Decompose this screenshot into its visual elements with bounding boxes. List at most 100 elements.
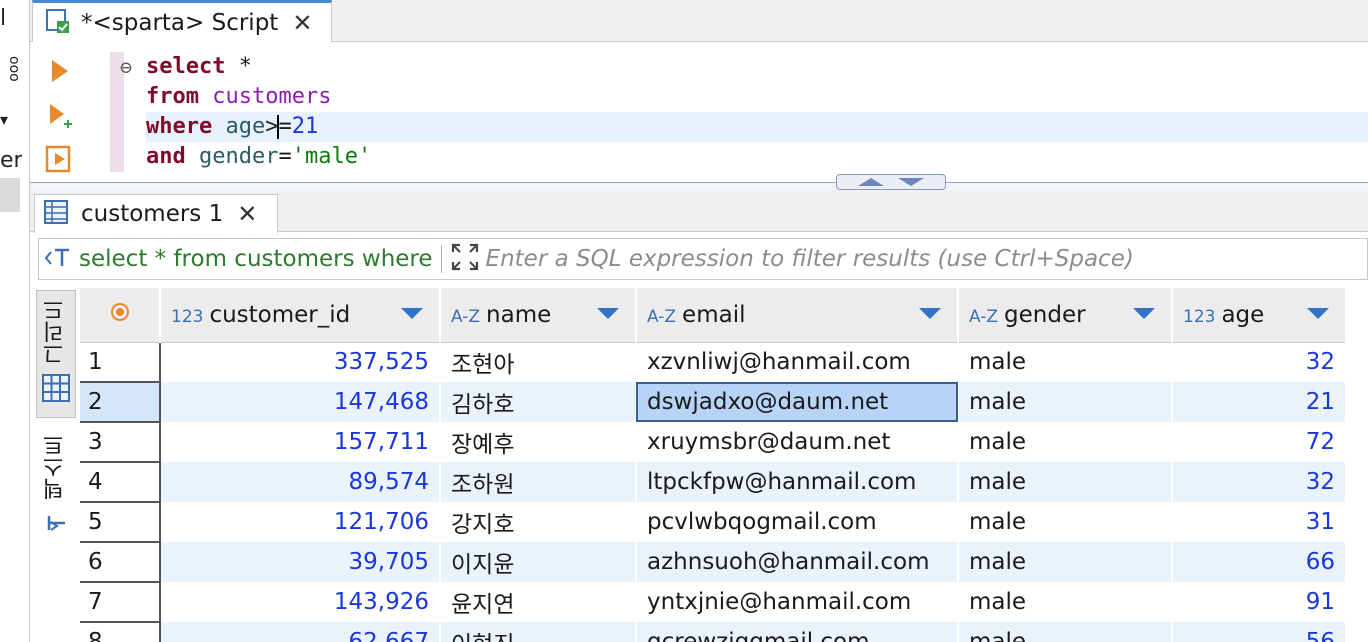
cell-email[interactable]: ltpckfpw@hanmail.com (636, 462, 959, 502)
sql-filter-icon[interactable] (43, 244, 73, 274)
cell-age[interactable]: 32 (1172, 462, 1347, 502)
cell-customer-id[interactable]: 39,705 (160, 542, 441, 582)
close-icon[interactable]: ✕ (292, 9, 312, 37)
row-number-cell[interactable]: 4 (80, 462, 161, 503)
results-grid[interactable]: 123 customer_id A-Z name A-Z email A-Z gender 12… (80, 288, 1368, 642)
cell-age[interactable]: 31 (1172, 502, 1347, 542)
close-icon[interactable]: ✕ (237, 200, 257, 228)
cell-email[interactable]: dswjadxo@daum.net (636, 382, 959, 422)
execute-statement-icon[interactable] (44, 56, 74, 86)
sql-editor[interactable]: ⊖ select * from customers where age>=21 and … (30, 42, 1368, 182)
expand-icon[interactable] (450, 242, 480, 276)
cell-customer-id[interactable]: 89,574 (160, 462, 441, 502)
table-row[interactable]: 4 89,574 조하원 ltpckfpw@hanmail.com male 32 (80, 462, 1347, 503)
table-row[interactable]: 1 337,525 조현아 xzvnliwj@hanmail.com male 32 (80, 342, 1347, 383)
left-panel-fragment: l (0, 6, 7, 31)
cell-name[interactable]: 조현아 (440, 342, 637, 382)
cell-name[interactable]: 이지윤 (440, 542, 637, 582)
cell-gender[interactable]: male (958, 382, 1173, 422)
cell-customer-id[interactable]: 143,926 (160, 582, 441, 622)
text-view-icon (45, 508, 67, 542)
cell-gender[interactable]: male (958, 342, 1173, 382)
chevron-down-icon[interactable] (896, 177, 926, 187)
cell-email[interactable]: pcvlwbqogmail.com (636, 502, 959, 542)
code-area[interactable]: ⊖ select * from customers where age>=21 and … (120, 52, 1368, 172)
cell-gender[interactable]: male (958, 542, 1173, 582)
table-row[interactable]: 5 121,706 강지호 pcvlwbqogmail.com male 31 (80, 502, 1347, 543)
table-row[interactable]: 3 157,711 장예후 xruymsbr@daum.net male 72 (80, 422, 1347, 463)
row-number-cell[interactable]: 7 (80, 582, 161, 623)
cell-email[interactable]: xruymsbr@daum.net (636, 422, 959, 462)
cell-gender[interactable]: male (958, 582, 1173, 622)
execute-new-tab-icon[interactable] (44, 102, 74, 132)
row-number-cell[interactable]: 6 (80, 542, 161, 583)
column-header-label: email (682, 301, 746, 328)
cell-email[interactable]: azhnsuoh@hanmail.com (636, 542, 959, 582)
column-header-gender[interactable]: A-Z gender (958, 288, 1173, 343)
cell-age[interactable]: 66 (1172, 542, 1347, 582)
cell-gender[interactable]: male (958, 502, 1173, 542)
row-number-cell[interactable]: 1 (80, 342, 161, 383)
execute-script-icon[interactable] (44, 144, 74, 174)
column-sort-dropdown-icon[interactable] (597, 308, 619, 319)
cell-age[interactable]: 91 (1172, 582, 1347, 622)
editor-results-splitter[interactable] (30, 174, 1368, 190)
cell-customer-id[interactable]: 337,525 (160, 342, 441, 382)
cell-email[interactable]: qcrewziggmail.com (636, 622, 959, 642)
row-number-cell[interactable]: 8 (80, 622, 161, 642)
cell-age[interactable]: 21 (1172, 382, 1347, 422)
cell-age[interactable]: 32 (1172, 342, 1347, 382)
row-number-cell[interactable]: 5 (80, 502, 161, 543)
table-row[interactable]: 2 147,468 김하호 dswjadxo@daum.net male 21 (80, 382, 1347, 423)
column-header-age[interactable]: 123 age (1172, 288, 1347, 343)
cell-name[interactable]: 조하원 (440, 462, 637, 502)
table-row[interactable]: 6 39,705 이지윤 azhnsuoh@hanmail.com male 66 (80, 542, 1347, 583)
code-line[interactable]: and gender='male' (146, 142, 1368, 172)
cell-customer-id[interactable]: 121,706 (160, 502, 441, 542)
cell-gender[interactable]: male (958, 462, 1173, 502)
column-header-customer-id[interactable]: 123 customer_id (160, 288, 441, 343)
code-line[interactable]: from customers (146, 82, 1368, 112)
cell-name[interactable]: 장예후 (440, 422, 637, 462)
cell-name[interactable]: 윤지연 (440, 582, 637, 622)
cell-gender[interactable]: male (958, 622, 1173, 642)
fold-collapse-icon[interactable]: ⊖ (120, 52, 132, 82)
table-row[interactable]: 7 143,926 윤지연 yntxjnie@hanmail.com male 91 (80, 582, 1347, 623)
code-token: customers (212, 84, 332, 109)
tab-grid[interactable]: 그리드 (36, 290, 76, 418)
row-number-header[interactable] (80, 288, 161, 343)
code-token: = (278, 114, 292, 139)
column-header-name[interactable]: A-Z name (440, 288, 637, 343)
tab-text[interactable]: 텍스트 (36, 430, 76, 550)
cell-customer-id[interactable]: 157,711 (160, 422, 441, 462)
results-table: 123 customer_id A-Z name A-Z email A-Z gender 12… (80, 288, 1347, 642)
filter-input[interactable]: Enter a SQL expression to filter results… (486, 246, 1134, 272)
column-sort-dropdown-icon[interactable] (1307, 308, 1329, 319)
table-row[interactable]: 862,667이현진qcrewziggmail.commale56 (80, 622, 1347, 642)
cell-name[interactable]: 강지호 (440, 502, 637, 542)
column-header-email[interactable]: A-Z email (636, 288, 959, 343)
editor-tab-script[interactable]: *<sparta> Script ✕ (32, 0, 332, 42)
row-number-cell[interactable]: 3 (80, 422, 161, 463)
code-line[interactable]: ⊖ select * (120, 52, 1368, 82)
code-line[interactable]: where age>=21 (146, 112, 1368, 142)
results-tab-customers[interactable]: customers 1 ✕ (34, 194, 278, 233)
cell-age[interactable]: 72 (1172, 422, 1347, 462)
cell-gender[interactable]: male (958, 422, 1173, 462)
cell-customer-id[interactable]: 147,468 (160, 382, 441, 422)
cell-email[interactable]: xzvnliwj@hanmail.com (636, 342, 959, 382)
cell-customer-id[interactable]: 62,667 (160, 622, 441, 642)
cell-name[interactable]: 이현진 (440, 622, 637, 642)
left-panel-fragment[interactable]: ▾ (0, 110, 22, 129)
row-number-cell[interactable]: 2 (80, 382, 161, 423)
cell-name[interactable]: 김하호 (440, 382, 637, 422)
splitter-handle[interactable] (836, 174, 946, 190)
column-sort-dropdown-icon[interactable] (1133, 308, 1155, 319)
cell-email[interactable]: yntxjnie@hanmail.com (636, 582, 959, 622)
column-sort-dropdown-icon[interactable] (919, 308, 941, 319)
code-token: where (146, 114, 213, 139)
cell-age[interactable]: 56 (1172, 622, 1347, 642)
chevron-up-icon[interactable] (856, 177, 886, 187)
column-sort-dropdown-icon[interactable] (401, 308, 423, 319)
